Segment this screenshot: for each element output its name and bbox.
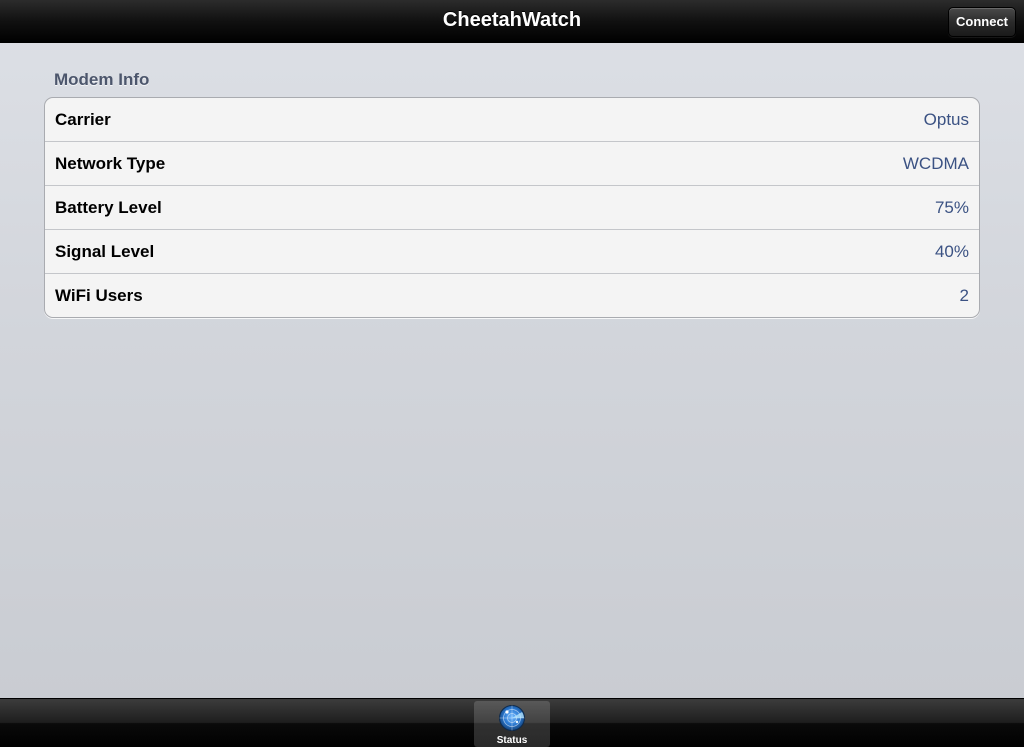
navigation-bar: CheetahWatch Connect [0,0,1024,43]
row-value: WCDMA [902,154,969,173]
app-window: CheetahWatch Connect Modem Info Carrier … [0,0,1024,747]
table-row-battery-level: Battery Level 75% [45,186,979,230]
table-row-network-type: Network Type WCDMA [45,142,979,186]
radar-icon [499,705,525,731]
table-row-carrier: Carrier Optus [45,98,979,142]
row-value: 2 [959,286,969,305]
modem-info-table: Carrier Optus Network Type WCDMA Battery… [44,97,980,318]
row-label: Network Type [55,154,166,173]
section-header-modem-info: Modem Info [54,70,150,89]
tab-label: Status [496,735,528,746]
table-row-signal-level: Signal Level 40% [45,230,979,274]
connect-button[interactable]: Connect [948,7,1016,37]
row-label: Battery Level [55,198,162,217]
row-label: Carrier [55,110,111,129]
tab-status[interactable]: Status [474,701,550,747]
row-label: WiFi Users [55,286,143,305]
page-title: CheetahWatch [442,9,582,31]
row-label: Signal Level [55,242,155,261]
row-value: Optus [923,110,969,129]
row-value: 40% [934,242,969,261]
table-row-wifi-users: WiFi Users 2 [45,274,979,317]
row-value: 75% [934,198,969,217]
tab-bar: Status [0,698,1024,747]
